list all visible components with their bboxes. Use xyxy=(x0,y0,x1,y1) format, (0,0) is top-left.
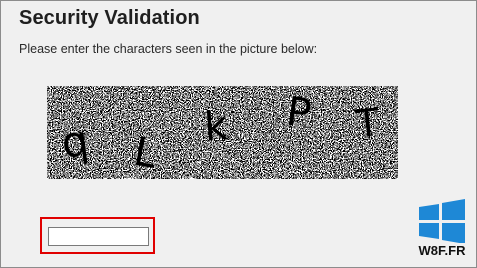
watermark-logo: W8F.FR xyxy=(411,197,473,265)
security-validation-dialog: Security Validation Please enter the cha… xyxy=(0,0,477,268)
captcha-noise-canvas: q Lk P T xyxy=(47,86,398,179)
watermark-text: W8F.FR xyxy=(418,243,466,258)
captcha-image: qLkPT xyxy=(47,86,398,179)
captcha-instruction: Please enter the characters seen in the … xyxy=(19,42,318,56)
windows-logo-icon xyxy=(419,199,465,243)
dialog-title: Security Validation xyxy=(19,7,200,29)
captcha-character: k xyxy=(203,103,230,151)
captcha-answer-input[interactable] xyxy=(48,227,149,246)
